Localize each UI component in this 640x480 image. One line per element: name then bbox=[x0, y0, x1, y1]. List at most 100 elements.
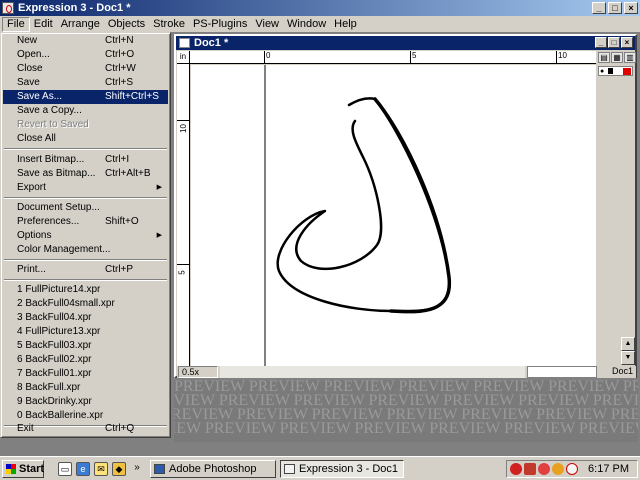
recent-file-item[interactable]: 0 BackBallerine.xpr bbox=[3, 409, 168, 423]
tray-icon[interactable] bbox=[510, 463, 522, 475]
v-ruler-label: 5 bbox=[177, 270, 187, 275]
preview-watermark: PREVIEW PREVIEW PREVIEW PREVIEW PREVIEW … bbox=[174, 380, 638, 442]
tray-icon[interactable] bbox=[552, 463, 564, 475]
task-label: Adobe Photoshop bbox=[169, 463, 257, 475]
layer-options-icon[interactable]: ▦ bbox=[611, 52, 623, 63]
menu-item-save-as-bitmap[interactable]: Save as Bitmap... Ctrl+Alt+B bbox=[3, 167, 168, 181]
ruler-tick bbox=[410, 51, 411, 64]
menu-item-options[interactable]: Options ▶ bbox=[3, 229, 168, 243]
menu-file[interactable]: File bbox=[2, 16, 30, 32]
scroll-down-button[interactable]: ▼ bbox=[621, 351, 635, 365]
submenu-arrow-icon: ▶ bbox=[156, 232, 162, 239]
lock-icon[interactable] bbox=[608, 68, 613, 74]
menu-help[interactable]: Help bbox=[330, 17, 361, 32]
menu-item-close-all[interactable]: Close All bbox=[3, 132, 168, 146]
menu-item-exit[interactable]: Exit Ctrl+Q bbox=[3, 422, 168, 436]
recent-file-item[interactable]: 2 BackFull04small.xpr bbox=[3, 297, 168, 311]
ruler-tick bbox=[177, 264, 190, 265]
menu-item-color-management[interactable]: Color Management... bbox=[3, 243, 168, 257]
recent-file-item[interactable]: 6 BackFull02.xpr bbox=[3, 353, 168, 367]
menu-item-document-setup[interactable]: Document Setup... bbox=[3, 201, 168, 215]
recent-file-item[interactable]: 3 BackFull04.xpr bbox=[3, 311, 168, 325]
menu-item-save-as[interactable]: Save As... Shift+Ctrl+S bbox=[3, 90, 168, 104]
submenu-arrow-icon: ▶ bbox=[156, 184, 162, 191]
menu-separator bbox=[4, 259, 167, 261]
eye-icon[interactable]: ● bbox=[600, 68, 604, 75]
horizontal-ruler[interactable]: 0 5 10 bbox=[190, 51, 596, 64]
new-layer-icon[interactable]: ▤ bbox=[598, 52, 610, 63]
zoom-level[interactable]: 0.5x bbox=[178, 366, 218, 378]
menu-ps-plugins[interactable]: PS-Plugins bbox=[189, 17, 251, 32]
recent-file-item[interactable]: 9 BackDrinky.xpr bbox=[3, 395, 168, 409]
ruler-unit: in bbox=[177, 51, 190, 64]
v-ruler-label: 10 bbox=[178, 124, 188, 133]
document-window: Doc1 * _ □ × in 0 5 10 10 5 ▤ ▦ ▥ ● ▲ ▼ … bbox=[174, 34, 637, 378]
menu-item-insert-bitmap[interactable]: Insert Bitmap... Ctrl+I bbox=[3, 153, 168, 167]
expression-task-icon bbox=[284, 464, 295, 474]
start-label: Start bbox=[19, 463, 45, 475]
document-status-bar: 0.5x Doc1 bbox=[177, 366, 636, 378]
expression-app-icon[interactable] bbox=[2, 2, 14, 14]
menu-arrange[interactable]: Arrange bbox=[57, 17, 104, 32]
photoshop-icon bbox=[154, 464, 165, 474]
layer-color-swatch bbox=[623, 68, 631, 75]
maximize-button[interactable]: □ bbox=[608, 2, 622, 14]
h-ruler-label: 5 bbox=[412, 51, 417, 60]
menu-edit[interactable]: Edit bbox=[30, 17, 57, 32]
menu-item-new[interactable]: New Ctrl+N bbox=[3, 34, 168, 48]
scroll-up-button[interactable]: ▲ bbox=[621, 337, 635, 351]
chevron-right-icon[interactable]: » bbox=[132, 462, 142, 476]
recent-file-item[interactable]: 4 FullPicture13.xpr bbox=[3, 325, 168, 339]
status-field bbox=[527, 366, 597, 378]
task-adobe-photoshop[interactable]: Adobe Photoshop bbox=[150, 460, 276, 478]
recent-file-item[interactable]: 7 BackFull01.xpr bbox=[3, 367, 168, 381]
close-button[interactable]: × bbox=[624, 2, 638, 14]
internet-explorer-icon[interactable]: e bbox=[76, 462, 90, 476]
menu-window[interactable]: Window bbox=[283, 17, 330, 32]
doc-minimize-button[interactable]: _ bbox=[595, 37, 607, 48]
calligraphic-stroke-thick[interactable] bbox=[373, 97, 451, 314]
menu-item-save-copy[interactable]: Save a Copy... bbox=[3, 104, 168, 118]
outlook-icon[interactable]: ✉ bbox=[94, 462, 108, 476]
system-tray: 6:17 PM bbox=[506, 460, 638, 478]
menu-separator bbox=[4, 197, 167, 199]
show-desktop-icon[interactable]: ▭ bbox=[58, 462, 72, 476]
document-title-bar[interactable]: Doc1 * _ □ × bbox=[176, 36, 635, 50]
menu-stroke[interactable]: Stroke bbox=[149, 17, 189, 32]
menu-item-preferences[interactable]: Preferences... Shift+O bbox=[3, 215, 168, 229]
recent-file-item[interactable]: 8 BackFull.xpr bbox=[3, 381, 168, 395]
quicklaunch-icon[interactable]: ◆ bbox=[112, 462, 126, 476]
menu-item-print[interactable]: Print... Ctrl+P bbox=[3, 263, 168, 277]
menu-item-export[interactable]: Export ▶ bbox=[3, 181, 168, 195]
horizontal-scrollbar[interactable] bbox=[220, 366, 525, 378]
file-menu-dropdown: New Ctrl+N Open... Ctrl+O Close Ctrl+W Save… bbox=[0, 32, 171, 438]
menu-item-open[interactable]: Open... Ctrl+O bbox=[3, 48, 168, 62]
vertical-ruler[interactable]: 10 5 bbox=[177, 64, 190, 366]
tray-icon[interactable] bbox=[524, 463, 536, 475]
doc-maximize-button[interactable]: □ bbox=[608, 37, 620, 48]
drawing-canvas[interactable] bbox=[191, 65, 596, 366]
menu-objects[interactable]: Objects bbox=[104, 17, 149, 32]
recent-file-item[interactable]: 5 BackFull03.xpr bbox=[3, 339, 168, 353]
tray-icon[interactable] bbox=[566, 463, 578, 475]
clock[interactable]: 6:17 PM bbox=[588, 461, 629, 477]
menu-separator bbox=[4, 279, 167, 281]
doc-close-button[interactable]: × bbox=[621, 37, 633, 48]
start-button[interactable]: Start bbox=[2, 460, 44, 478]
document-icon[interactable] bbox=[179, 38, 190, 48]
status-doc-name: Doc1 bbox=[611, 366, 633, 376]
menu-item-close[interactable]: Close Ctrl+W bbox=[3, 62, 168, 76]
menu-view[interactable]: View bbox=[251, 17, 283, 32]
tray-icon[interactable] bbox=[538, 463, 550, 475]
menu-separator bbox=[4, 148, 167, 150]
ruler-tick bbox=[556, 51, 557, 64]
document-title: Doc1 * bbox=[194, 37, 229, 49]
layer-row[interactable]: ● bbox=[598, 66, 633, 76]
calligraphic-stroke[interactable] bbox=[276, 97, 451, 313]
minimize-button[interactable]: _ bbox=[592, 2, 606, 14]
menu-bar: File Edit Arrange Objects Stroke PS-Plug… bbox=[0, 16, 640, 32]
recent-file-item[interactable]: 1 FullPicture14.xpr bbox=[3, 283, 168, 297]
menu-item-save[interactable]: Save Ctrl+S bbox=[3, 76, 168, 90]
task-expression[interactable]: Expression 3 - Doc1 * bbox=[280, 460, 404, 480]
delete-layer-icon[interactable]: ▥ bbox=[624, 52, 636, 63]
